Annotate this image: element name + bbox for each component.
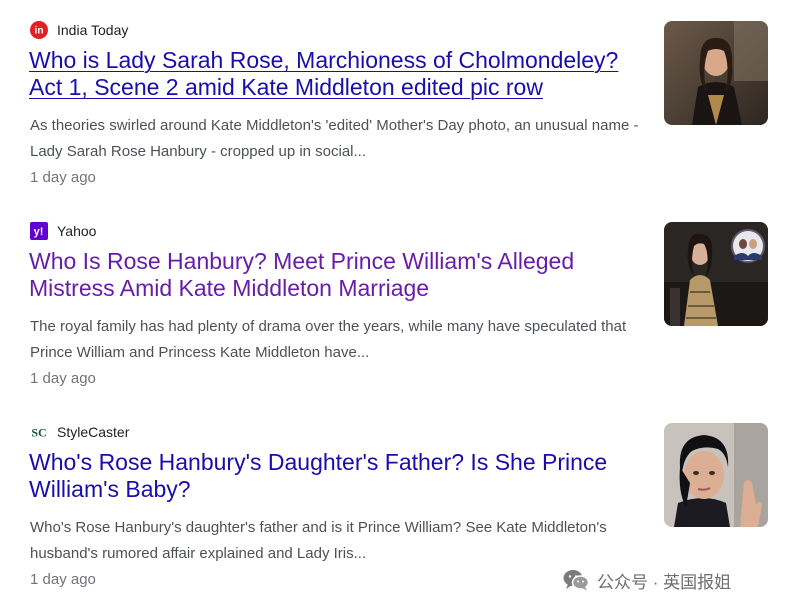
result-title-link[interactable]: Who Is Rose Hanbury? Meet Prince William… xyxy=(29,248,649,302)
watermark-text: 公众号 · 英国报姐 xyxy=(597,572,732,592)
result-thumbnail[interactable] xyxy=(664,222,768,326)
svg-text:y!: y! xyxy=(34,226,44,238)
result-thumbnail[interactable] xyxy=(664,423,768,527)
result-thumbnail[interactable] xyxy=(664,21,768,125)
source-name: Yahoo xyxy=(57,223,97,239)
source-row[interactable]: y! Yahoo xyxy=(30,220,96,242)
result-snippet: The royal family has had plenty of drama… xyxy=(30,318,627,361)
result-title-link[interactable]: Who is Lady Sarah Rose, Marchioness of C… xyxy=(29,47,649,101)
result-date: 1 day ago xyxy=(30,169,96,186)
wechat-watermark: 公众号 · 英国报姐 xyxy=(563,566,731,594)
source-row[interactable]: in India Today xyxy=(30,19,128,41)
source-row[interactable]: SC StyleCaster xyxy=(30,421,129,443)
source-name: India Today xyxy=(57,22,129,38)
stylecaster-logo-icon: SC xyxy=(30,423,48,441)
india-today-logo-icon: in xyxy=(30,21,48,39)
search-result: y! Yahoo Who Is Rose Hanbury? Meet Princ… xyxy=(0,201,800,401)
result-snippet: As theories swirled around Kate Middleto… xyxy=(30,117,639,160)
svg-text:SC: SC xyxy=(31,426,46,440)
result-snippet: Who's Rose Hanbury's daughter's father a… xyxy=(30,519,607,562)
search-result: in India Today Who is Lady Sarah Rose, M… xyxy=(0,0,800,200)
result-date: 1 day ago xyxy=(30,571,96,588)
svg-text:in: in xyxy=(35,26,44,37)
wechat-icon xyxy=(563,569,590,591)
result-date: 1 day ago xyxy=(30,370,96,387)
result-title-link[interactable]: Who's Rose Hanbury's Daughter's Father? … xyxy=(29,449,649,503)
yahoo-logo-icon: y! xyxy=(30,222,48,240)
source-name: StyleCaster xyxy=(57,424,130,440)
